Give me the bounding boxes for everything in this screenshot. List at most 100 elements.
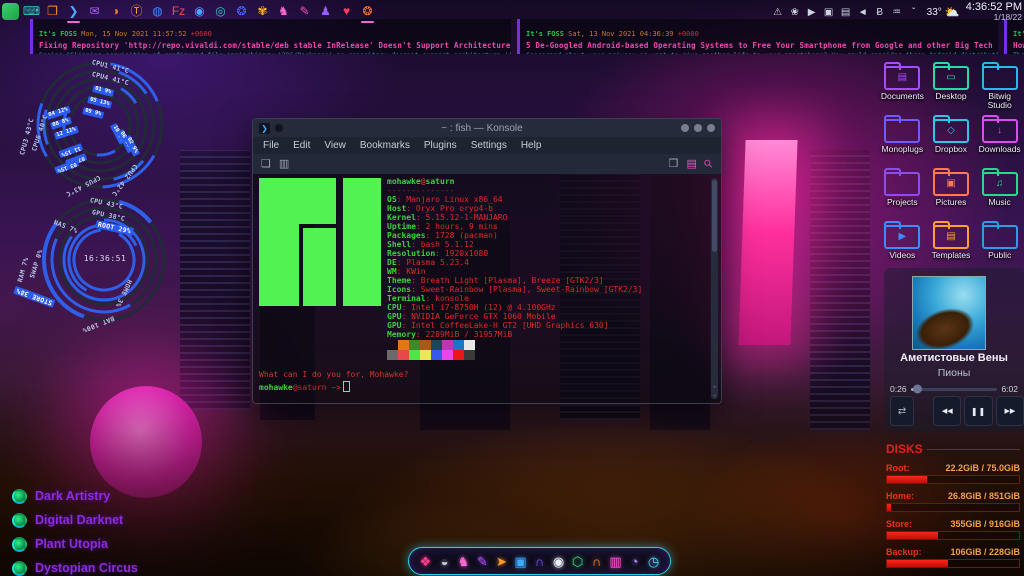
music-app-icon[interactable]: ∩ [531, 553, 548, 570]
clipboard-icon[interactable]: ▤ [839, 5, 853, 19]
desktop-icon-monoplugs[interactable]: Monoplugs [878, 115, 926, 168]
window-titlebar[interactable]: ❯ ~ : fish — Konsole [253, 119, 721, 137]
audacity-icon[interactable]: ◉ [550, 553, 567, 570]
ticker-headline[interactable]: Fixing Repository 'http://repo.vivaldi.c… [39, 40, 505, 51]
paw-app-icon[interactable]: ✾ [254, 3, 271, 20]
menu-edit[interactable]: Edit [293, 140, 310, 151]
obs-icon[interactable]: ◔ [626, 553, 643, 570]
shortcut-dark-artistry[interactable]: Dark Artistry [12, 484, 138, 508]
desktop-icon-templates[interactable]: ▤Templates [927, 221, 975, 274]
desktop-icon-music[interactable]: ♫Music [976, 168, 1024, 221]
scrollbar[interactable]: ⌃⌄ [711, 178, 718, 399]
desktop-icon-dropbox[interactable]: ◇Dropbox [927, 115, 975, 168]
konsole-window[interactable]: ❯ ~ : fish — Konsole File Edit View Book… [252, 118, 722, 404]
pen-tool-icon[interactable]: ✎ [474, 553, 491, 570]
rss-ticker-1[interactable]: It's FOSS Mon, 15 Nov 2021 11:57:52 +060… [30, 19, 511, 54]
search-icon[interactable]: ⚲ [702, 157, 715, 170]
editor-icon[interactable]: ✎ [296, 3, 313, 20]
keyboard-icon[interactable]: ⌨ [23, 3, 40, 20]
ticker-headline[interactable]: 5 De-Googled Android-based Operating Sys… [526, 40, 992, 51]
browser-2-icon[interactable]: ◉ [191, 3, 208, 20]
contacts-icon[interactable]: ♟ [317, 3, 334, 20]
darktable-icon[interactable]: ◒ [436, 553, 453, 570]
clock-dock-icon[interactable]: ◷ [645, 553, 662, 570]
games-icon[interactable]: ⬡ [569, 553, 586, 570]
headset-app-icon[interactable]: ∩ [588, 553, 605, 570]
menu-bookmarks[interactable]: Bookmarks [360, 140, 410, 151]
thunderbird-icon[interactable]: Ⓣ [128, 3, 145, 20]
scrollbar-chevrons[interactable]: ⌃⌄ [711, 386, 718, 398]
desktop-icon-label: Templates [927, 251, 975, 260]
menu-file[interactable]: File [263, 140, 279, 151]
ticker-summary: Seeing "Skipping acquisition of configur… [39, 51, 505, 54]
mixer-icon[interactable]: ▥ [607, 553, 624, 570]
menu-view[interactable]: View [324, 140, 346, 151]
maximize-button[interactable] [694, 124, 702, 132]
minimize-button[interactable] [681, 124, 689, 132]
expand-chevron-icon[interactable]: ˇ [907, 5, 921, 19]
health-app-icon[interactable]: ♥ [338, 3, 355, 20]
terminal-content[interactable]: mohawke@saturn -------------- OS: Manjar… [253, 174, 721, 403]
rss-ticker-3[interactable]: It's FOSS How to Sw The default Ad [1004, 19, 1024, 54]
clock-app-icon[interactable]: ◑ [107, 3, 124, 20]
filezilla-icon[interactable]: Fz [170, 3, 187, 20]
krita-dock-icon[interactable]: ♞ [455, 553, 472, 570]
shortcut-plant-utopia[interactable]: Plant Utopia [12, 532, 138, 556]
files-tray-icon[interactable]: ▣ [822, 5, 836, 19]
copy-icon[interactable]: ❐ [669, 159, 679, 170]
terminal-icon[interactable]: ❯ [65, 3, 82, 20]
desktop-icon-pictures[interactable]: ▣Pictures [927, 168, 975, 221]
pause-button[interactable]: ❚❚ [964, 396, 992, 426]
desktop-icon-downloads[interactable]: ↓Downloads [976, 115, 1024, 168]
desktop-icon-bitwig-studio[interactable]: Bitwig Studio [976, 62, 1024, 115]
disk-label: Store: [886, 519, 912, 529]
bluetooth-icon[interactable]: Ƀ [873, 5, 887, 19]
cube-app-icon[interactable]: ▣ [512, 553, 529, 570]
application-dock[interactable]: ❖◒♞✎➤▣∩◉⬡∩▥◔◷ [408, 547, 671, 575]
shell-prompt[interactable]: mohawke@saturn ~> [259, 381, 350, 392]
manjaro-menu-icon[interactable] [2, 3, 19, 20]
desktop-icon-documents[interactable]: ▤Documents [878, 62, 926, 115]
previous-button[interactable]: ◀◀ [933, 396, 961, 426]
blender-icon[interactable]: ➤ [493, 553, 510, 570]
music-player-widget[interactable]: Аметистовые Вены Пионы 0:26 6:02 ⇄ ◀◀ ❚❚… [884, 268, 1024, 432]
shuffle-button[interactable]: ⇄ [890, 396, 914, 426]
gimp-icon[interactable]: ❖ [417, 553, 434, 570]
scrollbar-thumb[interactable] [712, 180, 717, 252]
close-button[interactable] [707, 124, 715, 132]
mail-icon[interactable]: ✉ [86, 3, 103, 20]
split-view-icon[interactable]: ▥ [279, 159, 289, 170]
desktop-icon-public[interactable]: Public [976, 221, 1024, 274]
planet-app-icon[interactable]: ❂ [359, 3, 376, 20]
launcher-bar: ⌨❐❯✉◑Ⓣ◍Fz◉◎❂✾♞✎♟♥❂ [2, 1, 376, 21]
settings-ring-icon[interactable]: ◎ [212, 3, 229, 20]
menu-settings[interactable]: Settings [471, 140, 507, 151]
network-wifi-icon[interactable]: ♒ [890, 5, 904, 19]
shortcut-dystopian-circus[interactable]: Dystopian Circus [12, 556, 138, 576]
file-manager-icon[interactable]: ❐ [44, 3, 61, 20]
folder-icon: ◇ [933, 115, 969, 143]
krita-icon[interactable]: ♞ [275, 3, 292, 20]
ticker-headline[interactable]: How to Sw [1013, 40, 1024, 51]
web-browser-icon[interactable]: ◍ [149, 3, 166, 20]
globe-app-icon[interactable]: ❂ [233, 3, 250, 20]
next-button[interactable]: ▶▶ [996, 396, 1024, 426]
menu-help[interactable]: Help [521, 140, 542, 151]
progress-bar[interactable] [911, 388, 998, 391]
shortcut-digital-darknet[interactable]: Digital Darknet [12, 508, 138, 532]
new-tab-icon[interactable]: ❏ [261, 159, 271, 170]
clock-widget[interactable]: 4:36:52 PM 1/18/22 [966, 2, 1022, 22]
desktop-icon-projects[interactable]: Projects [878, 168, 926, 221]
volume-icon[interactable]: ◄ [856, 5, 870, 19]
menu-plugins[interactable]: Plugins [424, 140, 457, 151]
globe-icon [12, 561, 27, 576]
rss-ticker-2[interactable]: It's FOSS Sat, 13 Nov 2021 04:36:39 +000… [517, 19, 998, 54]
plasma-flower-icon[interactable]: ❀ [788, 5, 802, 19]
notification-warning-icon[interactable]: ⚠ [771, 5, 785, 19]
paste-icon[interactable]: ▤ [687, 159, 697, 170]
media-play-icon[interactable]: ▶ [805, 5, 819, 19]
desktop-icon-videos[interactable]: ▶Videos [878, 221, 926, 274]
desktop-icon-desktop[interactable]: ▭Desktop [927, 62, 975, 115]
weather-icon[interactable]: ⛅ [945, 5, 960, 19]
progress-knob[interactable] [913, 385, 922, 394]
